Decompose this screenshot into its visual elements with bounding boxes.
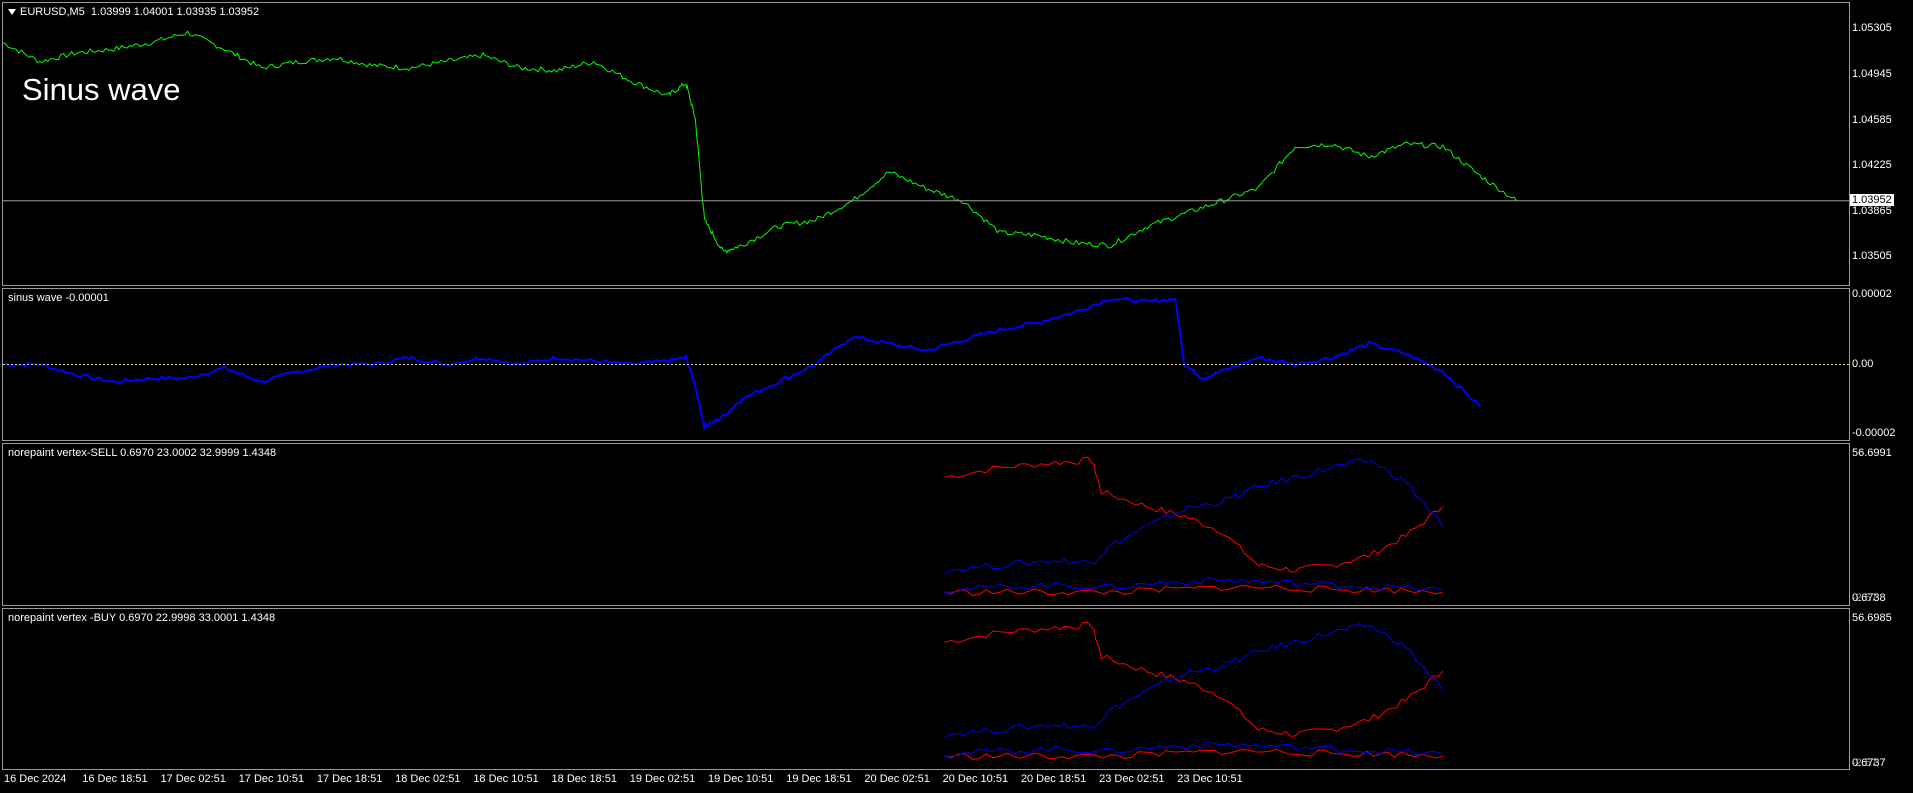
series-0-line [944, 456, 1444, 573]
eurusd-m5-line [3, 30, 1518, 254]
sell-scale: 56.6991 -2.57 0.6738 [1852, 443, 1912, 606]
sinus-scale-label: -0.00002 [1852, 427, 1896, 439]
ohlc-values: 1.03999 1.04001 1.03935 1.03952 [90, 6, 260, 18]
sell-scale-bottom: 0.6738 [1852, 592, 1886, 604]
price-chart-svg [3, 30, 1849, 254]
series-3-line [944, 740, 1444, 758]
current-price-badge: 1.03952 [1850, 193, 1894, 206]
buy-scale-top: 56.6985 [1852, 612, 1892, 624]
time-axis-label: 18 Dec 02:51 [395, 773, 461, 785]
time-axis-label: 17 Dec 18:51 [316, 773, 383, 785]
dropdown-arrow-icon[interactable] [8, 9, 16, 16]
sinus-wave-line [3, 296, 1481, 432]
sinus-pane-title: sinus wave -0.00001 [8, 292, 109, 304]
time-axis-label: 17 Dec 02:51 [160, 773, 226, 785]
price-scale-label: 1.05305 [1852, 22, 1892, 35]
price-scale: 1.05305 1.04945 1.04585 1.04225 1.03865 1.035… [1852, 2, 1912, 286]
time-axis-label: 20 Dec 18:51 [1020, 773, 1087, 785]
symbol-header: EURUSD,M5 1.03999 1.04001 1.03935 1.0395… [8, 6, 259, 18]
time-axis-label: 16 Dec 18:51 [82, 773, 148, 785]
buy-pane-title: norepaint vertex -BUY 0.6970 22.9998 33.… [8, 612, 276, 624]
price-scale-label: 1.04585 [1852, 113, 1892, 126]
time-axis-label: 20 Dec 10:51 [942, 773, 1009, 785]
time-axis-label: 20 Dec 02:51 [864, 773, 930, 785]
series-2-line [944, 584, 1444, 596]
sell-pane-title: norepaint vertex-SELL 0.6970 23.0002 32.… [8, 447, 277, 459]
sell-scale-top: 56.6991 [1852, 447, 1892, 459]
time-axis-label: 19 Dec 10:51 [707, 773, 774, 785]
time-axis-label: 17 Dec 10:51 [238, 773, 305, 785]
sell-chart-svg [944, 456, 1444, 596]
price-scale-label: 1.03505 [1852, 250, 1892, 263]
price-scale-label: 1.04945 [1852, 67, 1892, 80]
sinus-scale-label: 0.00002 [1852, 288, 1892, 300]
vertex-sell-pane[interactable]: norepaint vertex-SELL 0.6970 23.0002 32.… [2, 443, 1850, 606]
time-axis-label: 23 Dec 02:51 [1099, 773, 1165, 785]
sinus-wave-pane[interactable]: sinus wave -0.00001 [2, 288, 1850, 441]
symbol-label: EURUSD,M5 [20, 6, 85, 18]
buy-scale: 56.6985 -2.57 0.6737 [1852, 608, 1912, 770]
time-axis: 16 Dec 2024 16 Dec 18:51 17 Dec 02:51 17 De… [2, 770, 1850, 792]
time-axis-label: 18 Dec 10:51 [473, 773, 539, 785]
sinus-scale: 0.00002 0.00 -0.00002 [1852, 288, 1912, 441]
buy-scale-bottom: 0.6737 [1852, 757, 1886, 769]
series-0-line [944, 621, 1444, 737]
sinus-scale-label: 0.00 [1852, 357, 1874, 370]
chart-overlay-text: Sinus wave [22, 72, 181, 107]
sinus-chart-svg [3, 296, 1849, 432]
vertex-buy-pane[interactable]: norepaint vertex -BUY 0.6970 22.9998 33.… [2, 608, 1850, 770]
price-scale-label: 1.03865 [1852, 204, 1892, 217]
time-axis-label: 19 Dec 02:51 [629, 773, 696, 785]
series-2-line [944, 748, 1444, 760]
price-scale-label: 1.04225 [1852, 159, 1892, 172]
time-axis-label: 23 Dec 10:51 [1177, 773, 1243, 785]
main-price-pane[interactable]: EURUSD,M5 1.03999 1.04001 1.03935 1.0395… [2, 2, 1850, 286]
time-axis-label: 18 Dec 18:51 [551, 773, 617, 785]
series-3-line [944, 576, 1444, 594]
buy-chart-svg [944, 621, 1444, 760]
time-axis-label: 16 Dec 2024 [4, 773, 67, 785]
time-axis-label: 19 Dec 18:51 [786, 773, 852, 785]
